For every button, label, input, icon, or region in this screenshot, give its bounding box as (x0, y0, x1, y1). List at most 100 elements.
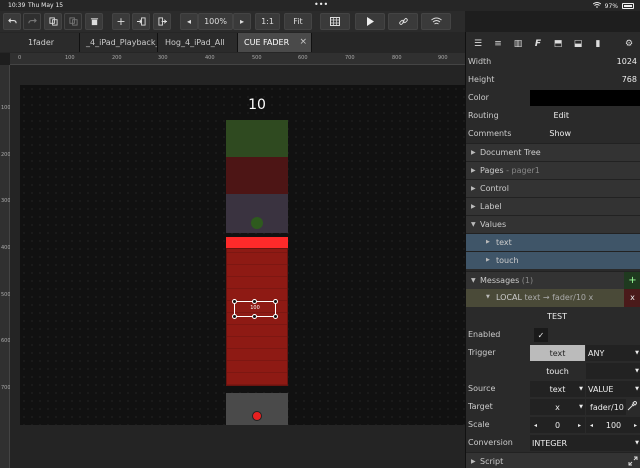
undo-button[interactable] (3, 13, 21, 30)
chevron-right-icon: ▶ (471, 458, 476, 465)
grid-button[interactable] (320, 13, 350, 30)
width-value[interactable]: 1024 (617, 57, 637, 66)
enabled-checkbox[interactable]: ✓ (530, 327, 640, 343)
document-tree-section[interactable]: ▶ Document Tree (466, 143, 640, 161)
save-button[interactable]: ⬒ (548, 35, 568, 52)
section-label: Values (480, 220, 507, 229)
increment-icon[interactable]: ▸ (634, 422, 637, 429)
align-button[interactable]: ☰ (468, 35, 488, 52)
purple-button[interactable] (226, 194, 288, 233)
conversion-select[interactable]: INTEGER ▼ (530, 435, 640, 451)
connection-button[interactable] (421, 13, 451, 30)
green-button[interactable] (226, 120, 288, 157)
paste-button[interactable] (64, 13, 82, 30)
pages-section[interactable]: ▶ Pages - pager1 (466, 161, 640, 179)
resize-handle[interactable] (273, 299, 278, 304)
formula-button[interactable]: F (528, 35, 548, 52)
messages-section[interactable]: ▼ Messages (1) + (466, 271, 640, 290)
upload-button[interactable]: ⬓ (568, 35, 588, 52)
library-button[interactable]: ▥ (508, 35, 528, 52)
conversion-row: Conversion INTEGER ▼ (466, 434, 640, 452)
tab-cue-fader[interactable]: CUE FADER × (238, 33, 312, 52)
script-section[interactable]: ▶ Script (466, 452, 640, 468)
resize-handle[interactable] (252, 314, 257, 319)
test-button[interactable]: TEST (547, 312, 567, 321)
trigger-touch-select[interactable]: ▼ (586, 363, 640, 379)
resize-handle[interactable] (232, 299, 237, 304)
target-property-select[interactable]: x ▼ (530, 399, 585, 415)
fader-slider[interactable]: 100 (226, 248, 288, 386)
tab-playback[interactable]: _4_iPad_Playback_V (80, 33, 158, 52)
widget-title: 10 (248, 97, 266, 113)
source-property-value: VALUE (588, 384, 614, 394)
date: Thu May 15 (28, 2, 64, 9)
trigger-mode-select[interactable]: ANY ▼ (586, 345, 640, 361)
source-property-select[interactable]: VALUE ▼ (586, 381, 640, 397)
export-button[interactable] (153, 13, 171, 30)
local-message-row[interactable]: ▼ LOCAL text → fader/10 x x (466, 289, 640, 307)
redo-icon (27, 18, 37, 24)
scale-max-value: 100 (605, 420, 622, 430)
red-button[interactable] (226, 157, 288, 194)
zoom-level[interactable]: 100% (198, 13, 233, 30)
chevron-down-icon: ▼ (471, 277, 476, 284)
redo-button[interactable] (23, 13, 41, 30)
color-swatch[interactable] (530, 90, 640, 106)
dropdown-arrow-icon: ▼ (579, 386, 583, 392)
zoom-in-button[interactable]: ▸ (233, 13, 251, 30)
import-button[interactable] (132, 13, 150, 30)
scale-min-stepper[interactable]: ◂ 0 ▸ (530, 417, 585, 433)
list-button[interactable]: ≡ (488, 35, 508, 52)
record-button[interactable] (226, 393, 288, 425)
local-desc: text → fader/10 x (524, 293, 594, 302)
gear-icon: ⚙ (624, 38, 634, 49)
trigger-touch-option[interactable]: touch (530, 363, 585, 379)
values-item-text[interactable]: ▶ text (466, 233, 640, 251)
expand-icon[interactable] (628, 456, 638, 468)
add-widget-button[interactable]: + (112, 13, 130, 30)
comments-show-button[interactable]: Show (549, 129, 571, 138)
dropdown-arrow-icon: ▼ (635, 350, 639, 356)
conversion-label: Conversion (468, 438, 513, 447)
increment-icon[interactable]: ▸ (578, 422, 581, 429)
design-canvas[interactable]: 10 100 (20, 85, 465, 425)
play-button[interactable] (355, 13, 385, 30)
tab-label: CUE FADER (244, 38, 290, 47)
resize-handle[interactable] (252, 299, 257, 304)
trigger-text-option[interactable]: text (530, 345, 585, 361)
zoom-1to1-button[interactable]: 1:1 (255, 13, 280, 30)
tab-1fader[interactable]: 1fader (0, 33, 80, 52)
control-section[interactable]: ▶ Control (466, 179, 640, 197)
zoom-fit-button[interactable]: Fit (284, 13, 312, 30)
scale-max-stepper[interactable]: ◂ 100 ▸ (586, 417, 640, 433)
routing-edit-button[interactable]: Edit (554, 111, 570, 120)
decrement-icon[interactable]: ◂ (590, 422, 593, 429)
status-bar: 10:39 Thu May 15 ••• 97% (0, 0, 640, 11)
link-button[interactable] (388, 13, 418, 30)
remove-message-button[interactable]: x (624, 289, 640, 307)
copy-button[interactable] (44, 13, 62, 30)
eyedropper-icon[interactable] (627, 400, 639, 413)
decrement-icon[interactable]: ◂ (534, 422, 537, 429)
ruler-tick: 100 (65, 55, 75, 61)
book-button[interactable]: ▮ (588, 35, 608, 52)
add-message-button[interactable]: + (624, 272, 640, 290)
values-section[interactable]: ▼ Values (466, 215, 640, 233)
multitask-dots[interactable]: ••• (314, 0, 328, 9)
zoom-out-button[interactable]: ◂ (180, 13, 198, 30)
target-path-input[interactable]: fader/10 (586, 399, 626, 415)
settings-button[interactable]: ⚙ (619, 35, 639, 52)
values-item-touch[interactable]: ▶ touch (466, 251, 640, 269)
delete-button[interactable] (85, 13, 103, 30)
section-label: Control (480, 184, 509, 193)
ruler-tick: 300 (158, 55, 168, 61)
tab-hog-ipad-all[interactable]: Hog_4_iPad_All (158, 33, 238, 52)
close-icon[interactable]: × (299, 37, 307, 47)
height-value[interactable]: 768 (622, 75, 637, 84)
resize-handle[interactable] (232, 314, 237, 319)
fader-handle-selection[interactable]: 100 (232, 299, 278, 319)
label-section[interactable]: ▶ Label (466, 197, 640, 215)
source-select[interactable]: text ▼ (530, 381, 585, 397)
trigger-label: Trigger (468, 348, 496, 357)
resize-handle[interactable] (273, 314, 278, 319)
